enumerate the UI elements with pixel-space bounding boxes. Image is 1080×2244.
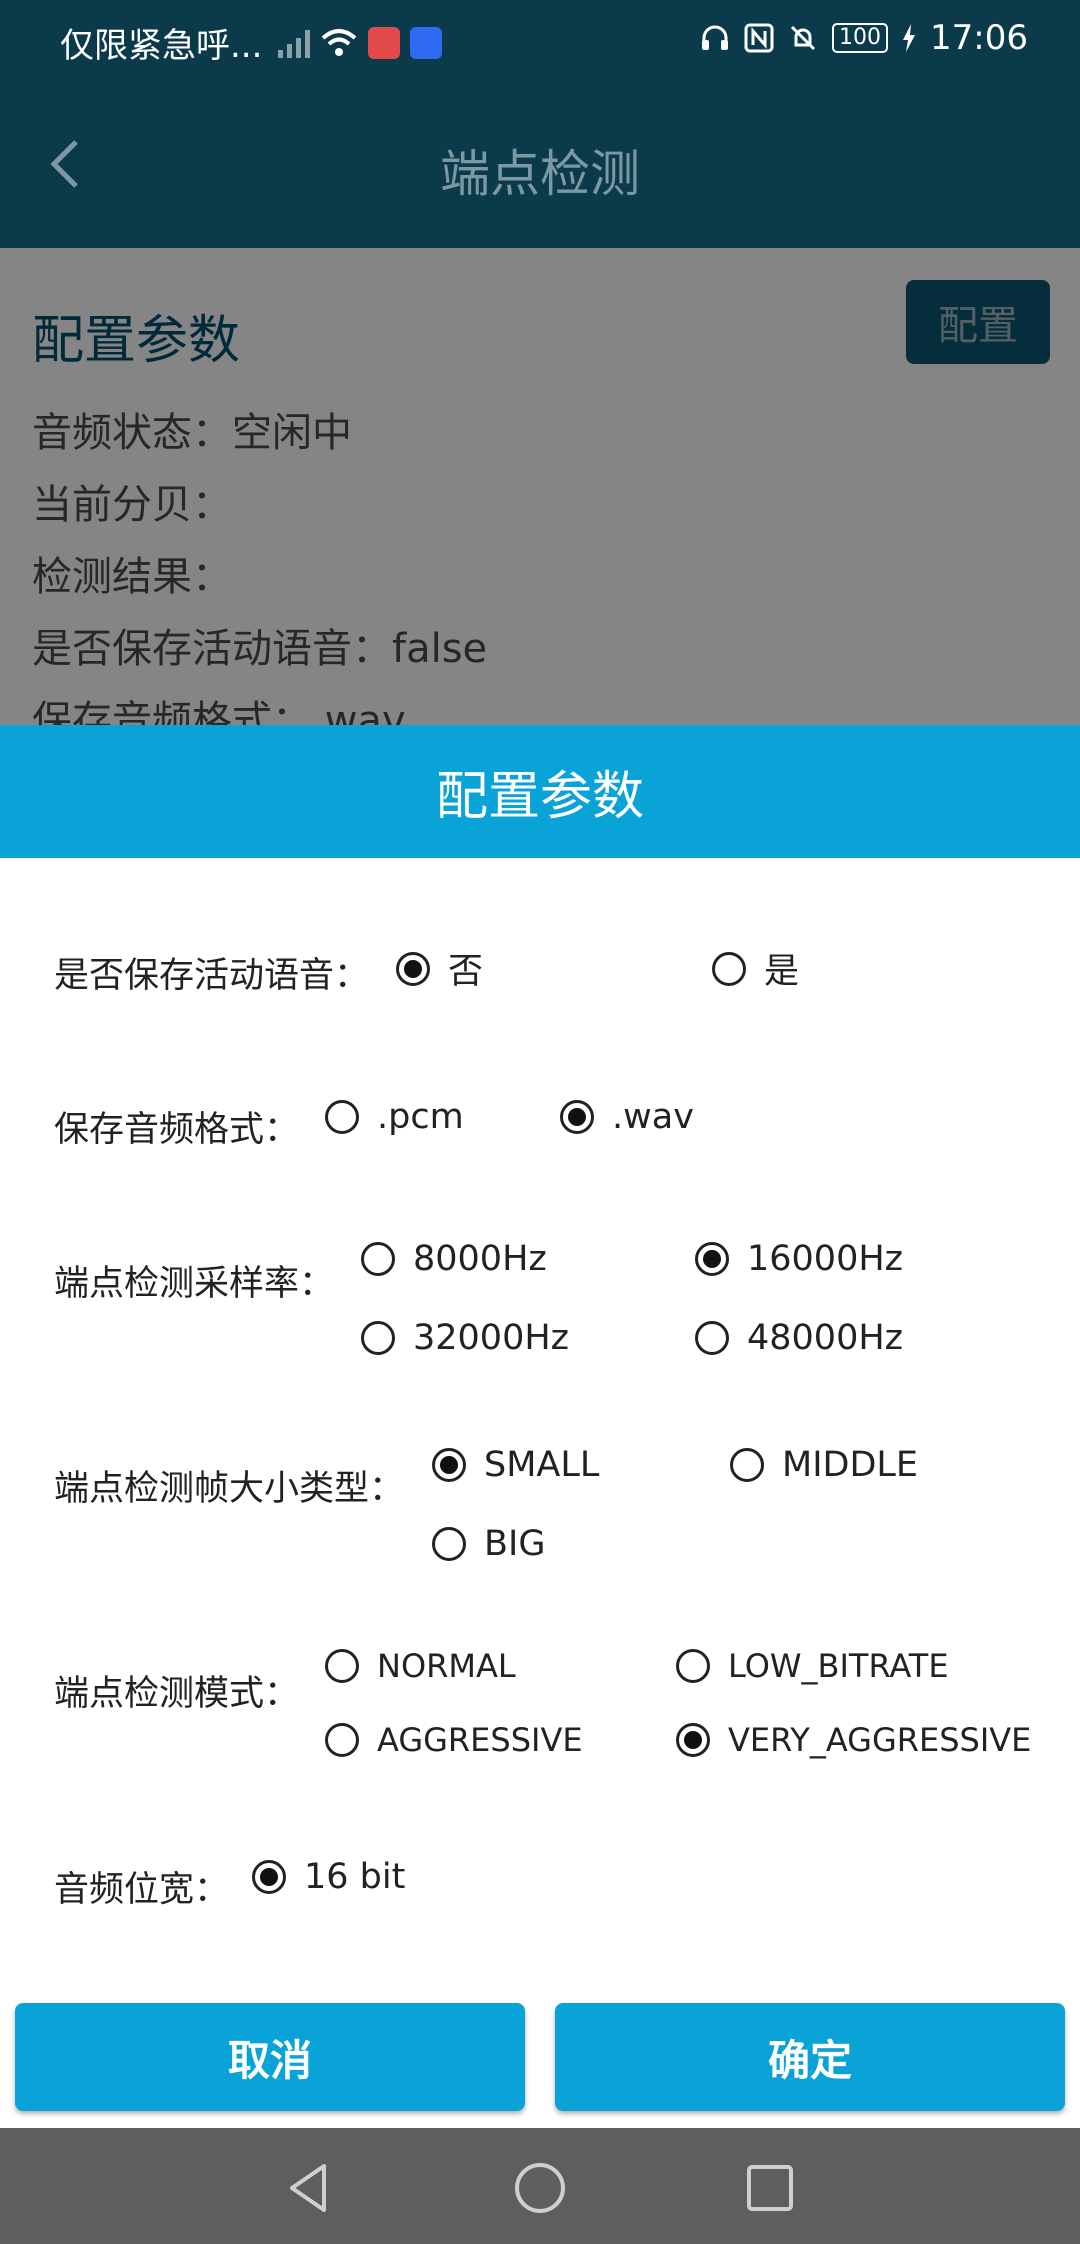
frame-small-option[interactable]: SMALL xyxy=(432,1445,599,1485)
option-label: 8000Hz xyxy=(413,1239,547,1279)
option-label: .wav xyxy=(612,1097,694,1137)
mode-label: 端点检测模式： xyxy=(54,1674,300,1714)
radio-unchecked-icon xyxy=(325,1100,359,1134)
option-label: LOW_BITRATE xyxy=(728,1647,949,1685)
option-label: 32000Hz xyxy=(413,1318,570,1358)
radio-unchecked-icon xyxy=(695,1321,729,1355)
option-label: BIG xyxy=(484,1524,546,1564)
save-voice-label: 是否保存活动语音： xyxy=(54,956,370,996)
mode-aggressive-option[interactable]: AGGRESSIVE xyxy=(325,1721,583,1759)
nav-home-icon[interactable] xyxy=(510,2158,570,2218)
radio-unchecked-icon xyxy=(676,1649,710,1683)
option-label: 否 xyxy=(448,952,484,992)
radio-unchecked-icon xyxy=(325,1649,359,1683)
radio-unchecked-icon xyxy=(712,951,746,986)
radio-checked-icon xyxy=(252,1860,286,1894)
radio-checked-icon xyxy=(695,1242,729,1276)
nfc-icon xyxy=(744,23,774,53)
option-label: SMALL xyxy=(484,1445,600,1485)
option-label: 48000Hz xyxy=(747,1318,904,1358)
format-wav-option[interactable]: .wav xyxy=(560,1097,694,1137)
radio-checked-icon xyxy=(396,951,430,986)
mute-icon xyxy=(790,25,816,51)
radio-checked-icon xyxy=(560,1100,594,1134)
bulb-app-icon xyxy=(410,26,443,59)
sample-rate-label: 端点检测采样率： xyxy=(54,1264,335,1304)
config-dialog: 配置参数 是否保存活动语音： 否 是 保存音频格式： .pcm .wav 端点检… xyxy=(0,725,1080,2128)
wifi-icon xyxy=(322,28,357,56)
save-voice-no-option[interactable]: 否 xyxy=(396,943,483,994)
option-label: NORMAL xyxy=(377,1647,516,1685)
rate-16000-option[interactable]: 16000Hz xyxy=(695,1239,903,1279)
radio-unchecked-icon xyxy=(730,1448,764,1482)
confirm-button[interactable]: 确定 xyxy=(555,2003,1065,2111)
headset-icon xyxy=(702,25,729,50)
status-bar: 仅限紧急呼... 100 17:06 xyxy=(0,0,1080,82)
clock-text: 17:06 xyxy=(930,18,1028,58)
mode-very-aggressive-option[interactable]: VERY_AGGRESSIVE xyxy=(676,1721,1031,1759)
save-voice-yes-option[interactable]: 是 xyxy=(712,943,799,994)
radio-unchecked-icon xyxy=(325,1723,359,1757)
option-label: 是 xyxy=(764,952,800,992)
radio-checked-icon xyxy=(676,1723,710,1757)
mode-low-bitrate-option[interactable]: LOW_BITRATE xyxy=(676,1647,949,1685)
radio-unchecked-icon xyxy=(361,1242,395,1276)
rate-48000-option[interactable]: 48000Hz xyxy=(695,1318,903,1358)
frame-size-label: 端点检测帧大小类型： xyxy=(54,1469,405,1509)
bit-16-option[interactable]: 16 bit xyxy=(252,1857,405,1897)
charging-icon xyxy=(903,24,916,52)
option-label: .pcm xyxy=(377,1097,464,1137)
app-bar-title: 端点检测 xyxy=(440,145,640,203)
option-label: 16000Hz xyxy=(747,1239,904,1279)
book-app-icon xyxy=(368,26,401,59)
carrier-text: 仅限紧急呼... xyxy=(60,26,263,66)
navigation-bar xyxy=(0,2128,1080,2244)
app-bar: 端点检测 xyxy=(0,82,1080,248)
cancel-button[interactable]: 取消 xyxy=(15,2003,525,2111)
mode-normal-option[interactable]: NORMAL xyxy=(325,1647,516,1685)
signal-icon xyxy=(278,28,311,58)
frame-big-option[interactable]: BIG xyxy=(432,1524,545,1564)
radio-unchecked-icon xyxy=(361,1321,395,1355)
nav-recents-icon[interactable] xyxy=(740,2158,800,2218)
rate-8000-option[interactable]: 8000Hz xyxy=(361,1239,547,1279)
option-label: MIDDLE xyxy=(782,1445,919,1485)
format-pcm-option[interactable]: .pcm xyxy=(325,1097,464,1137)
battery-icon: 100 xyxy=(832,23,889,53)
audio-format-label: 保存音频格式： xyxy=(54,1110,300,1150)
bit-width-label: 音频位宽： xyxy=(54,1870,230,1910)
dialog-title: 配置参数 xyxy=(0,725,1080,858)
option-label: AGGRESSIVE xyxy=(377,1721,583,1759)
option-label: VERY_AGGRESSIVE xyxy=(728,1721,1032,1759)
radio-checked-icon xyxy=(432,1448,466,1482)
radio-unchecked-icon xyxy=(432,1527,466,1561)
option-label: 16 bit xyxy=(304,1857,406,1897)
rate-32000-option[interactable]: 32000Hz xyxy=(361,1318,569,1358)
frame-middle-option[interactable]: MIDDLE xyxy=(730,1445,918,1485)
nav-back-icon[interactable] xyxy=(280,2158,340,2218)
